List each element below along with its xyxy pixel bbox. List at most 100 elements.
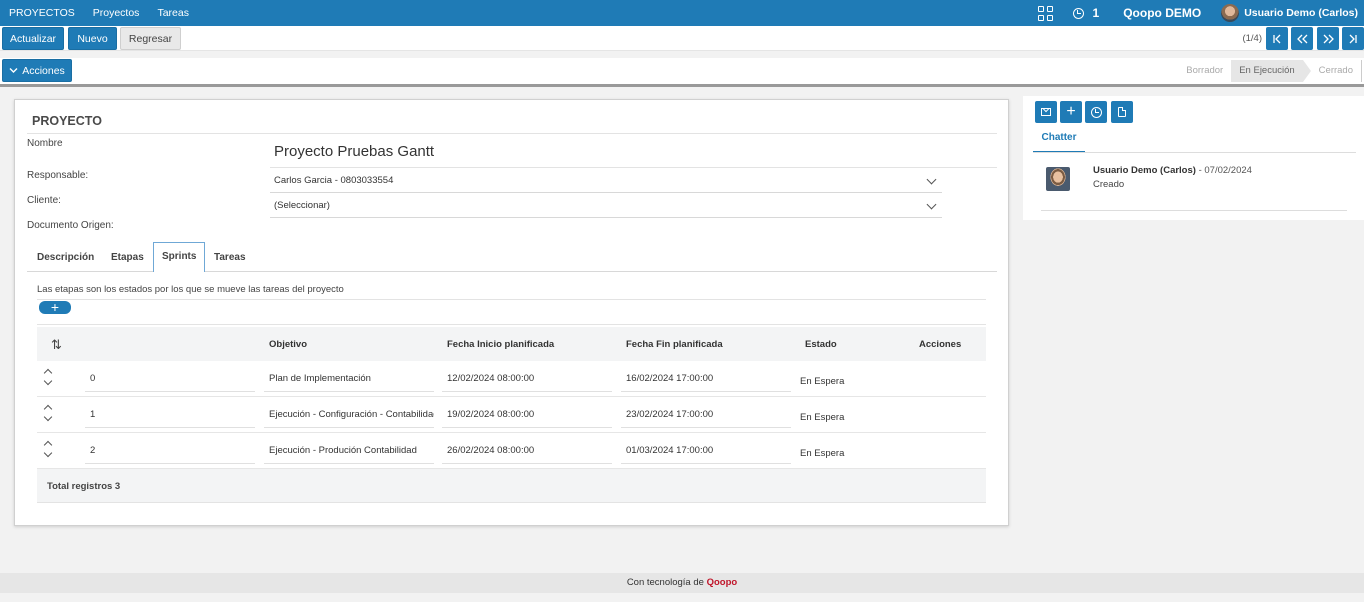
reorder-handle-icon[interactable] [42, 403, 54, 425]
send-message-button[interactable] [1035, 101, 1057, 123]
tab-etapas[interactable]: Etapas [111, 243, 144, 272]
sprints-description: Las etapas son los estados por los que s… [37, 284, 344, 295]
mail-icon [1041, 108, 1051, 116]
fecha-fin-field[interactable]: 23/02/2024 17:00:00 [621, 403, 791, 428]
responsible-select[interactable]: Carlos Garcia - 0803033554 [270, 168, 942, 193]
divider [37, 299, 986, 300]
footer-text: Con tecnología de [626, 577, 707, 588]
document-icon [1118, 107, 1126, 117]
message-date: - 07/02/2024 [1195, 165, 1252, 176]
pager-counter: (1/4) [1242, 33, 1262, 44]
objetivo-field[interactable]: Plan de Implementación [264, 367, 434, 392]
notebook-tabs: Descripción Etapas Sprints Tareas [27, 242, 997, 272]
pager-prev-button[interactable] [1291, 27, 1313, 50]
menu-item-proyectos[interactable]: Proyectos [84, 0, 149, 26]
tab-descripcion[interactable]: Descripción [37, 243, 94, 272]
fecha-inicio-field[interactable]: 12/02/2024 08:00:00 [442, 367, 612, 392]
table-row: 0 Plan de Implementación 12/02/2024 08:0… [37, 361, 986, 397]
message-divider [1041, 210, 1347, 211]
col-fecha-inicio: Fecha Inicio planificada [447, 339, 555, 350]
menu-item-tareas[interactable]: Tareas [148, 0, 198, 26]
chevron-down-icon [9, 68, 18, 73]
actions-statusbar: Acciones Borrador En Ejecución Cerrado [0, 58, 1364, 87]
estado-value: En Espera [800, 448, 845, 459]
tab-tareas[interactable]: Tareas [214, 243, 246, 272]
activity-count: 1 [1092, 6, 1100, 20]
plus-icon: + [1066, 103, 1076, 120]
add-follower-button[interactable]: + [1060, 101, 1082, 123]
stage-en-ejecucion[interactable]: En Ejecución [1231, 60, 1312, 82]
col-fecha-fin: Fecha Fin planificada [626, 339, 723, 350]
objetivo-field[interactable]: Ejecución - Produción Contabilidad [264, 439, 434, 464]
user-name: Usuario Demo (Carlos) [1244, 7, 1358, 19]
last-page-icon [1349, 34, 1357, 43]
form-sheet: PROYECTO Nombre Proyecto Pruebas Gantt R… [14, 99, 1009, 526]
title-divider [27, 133, 997, 134]
name-field[interactable]: Proyecto Pruebas Gantt [274, 143, 434, 160]
reorder-handle-icon[interactable] [42, 439, 54, 461]
topbar-right: 1 Qoopo DEMO Usuario Demo (Carlos) [1028, 0, 1364, 26]
top-navbar: PROYECTOS Proyectos Tareas 1 Qoopo DEMO … [0, 0, 1364, 26]
pager-next-button[interactable] [1317, 27, 1339, 50]
seq-field[interactable]: 0 [85, 367, 255, 392]
company-name: Qoopo DEMO [1123, 6, 1202, 20]
chevron-down-icon [926, 174, 937, 185]
chevron-down-icon [926, 199, 937, 210]
fast-forward-icon [1323, 34, 1334, 43]
company-switcher[interactable]: Qoopo DEMO [1119, 0, 1201, 26]
col-estado: Estado [805, 339, 837, 350]
col-acciones: Acciones [919, 339, 962, 350]
reorder-handle-icon[interactable] [42, 367, 54, 389]
chatter-divider [1033, 152, 1356, 153]
client-select[interactable]: (Seleccionar) [270, 193, 942, 218]
message-author[interactable]: Usuario Demo (Carlos) [1093, 165, 1196, 176]
tab-chatter[interactable]: Chatter [1033, 128, 1085, 153]
apps-menu[interactable] [1037, 0, 1053, 26]
fecha-fin-field[interactable]: 16/02/2024 17:00:00 [621, 367, 791, 392]
sort-icon[interactable]: ⇅ [51, 337, 62, 353]
objetivo-field[interactable]: Ejecución - Configuración - Contabilidad [264, 403, 434, 428]
main-menu: PROYECTOS Proyectos Tareas [0, 0, 198, 26]
total-records: Total registros 3 [47, 481, 121, 492]
client-value: (Seleccionar) [274, 200, 330, 211]
user-menu[interactable]: Usuario Demo (Carlos) [1221, 0, 1364, 26]
origin-label: Documento Origen: [27, 220, 114, 231]
activities-menu[interactable]: 1 [1072, 0, 1100, 26]
new-button[interactable]: Nuevo [68, 27, 117, 50]
fecha-inicio-field[interactable]: 19/02/2024 08:00:00 [442, 403, 612, 428]
add-sprint-button[interactable]: + [39, 299, 71, 315]
table-row: 2 Ejecución - Produción Contabilidad 26/… [37, 433, 986, 469]
tab-sprints[interactable]: Sprints [153, 242, 206, 272]
schedule-activity-button[interactable] [1085, 101, 1107, 123]
plus-icon: + [50, 299, 60, 315]
page-footer: Con tecnología de Qoopo [0, 573, 1364, 593]
table-header: ⇅ Objetivo Fecha Inicio planificada Fech… [37, 327, 986, 361]
seq-field[interactable]: 2 [85, 439, 255, 464]
seq-field[interactable]: 1 [85, 403, 255, 428]
fecha-fin-field[interactable]: 01/03/2024 17:00:00 [621, 439, 791, 464]
log-note-button[interactable] [1111, 101, 1133, 123]
footer-brand-link[interactable]: Qoopo [707, 577, 738, 588]
name-label: Nombre [27, 138, 63, 149]
table-row: 1 Ejecución - Configuración - Contabilid… [37, 397, 986, 433]
message-avatar [1046, 167, 1070, 191]
responsible-label: Responsable: [27, 170, 89, 181]
pager-first-button[interactable] [1266, 27, 1288, 50]
apps-grid-icon [1037, 5, 1053, 21]
back-button[interactable]: Regresar [120, 27, 181, 50]
estado-value: En Espera [800, 376, 845, 387]
message-body: Creado [1093, 179, 1125, 190]
clock-icon [1072, 7, 1084, 19]
app-brand[interactable]: PROYECTOS [0, 0, 84, 26]
divider [37, 324, 986, 325]
client-label: Cliente: [27, 195, 61, 206]
refresh-button[interactable]: Actualizar [2, 27, 64, 50]
stage-cerrado[interactable]: Cerrado [1311, 60, 1361, 82]
clock-icon [1090, 106, 1102, 118]
fecha-inicio-field[interactable]: 26/02/2024 08:00:00 [442, 439, 612, 464]
stage-borrador[interactable]: Borrador [1178, 60, 1231, 82]
chatter-panel: + Chatter Usuario Demo (Carlos) - 07/02/… [1023, 96, 1364, 220]
pager-last-button[interactable] [1342, 27, 1364, 50]
table-footer: Total registros 3 [37, 469, 986, 503]
actions-dropdown[interactable]: Acciones [2, 59, 72, 82]
